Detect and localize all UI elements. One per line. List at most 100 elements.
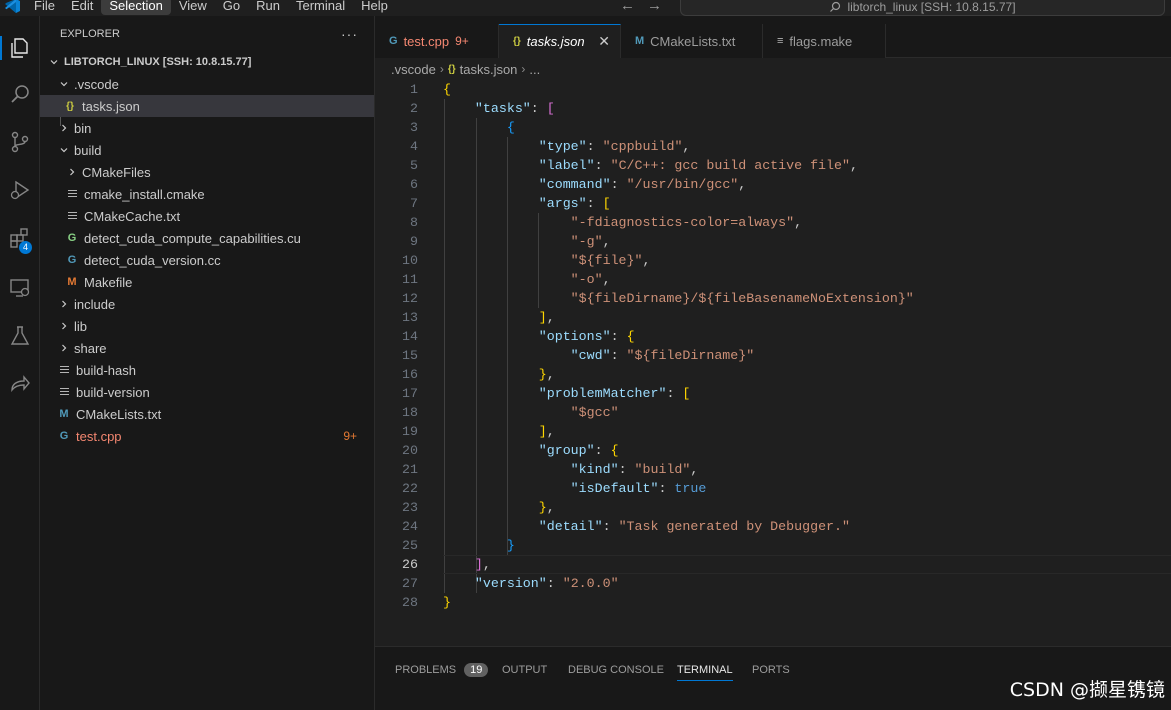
- text-file-icon: [56, 362, 72, 378]
- chevron-right-icon: [56, 296, 72, 312]
- tree-item-label: CMakeLists.txt: [76, 406, 162, 422]
- tab-tasks-json[interactable]: {} tasks.json ✕: [499, 24, 621, 58]
- tree-item-bin-folder[interactable]: bin: [40, 117, 374, 139]
- tree-item-tasks-json[interactable]: {} tasks.json: [40, 95, 374, 117]
- tree-item-label: lib: [74, 318, 88, 334]
- code-line: 15 "cwd": "${fileDirname}": [375, 346, 1171, 365]
- menu-go[interactable]: Go: [215, 0, 248, 15]
- extensions-activity[interactable]: 4: [0, 218, 40, 258]
- tree-item-label: cmake_install.cmake: [84, 186, 205, 202]
- close-icon[interactable]: ✕: [598, 33, 610, 50]
- panel-tab-terminal[interactable]: TERMINAL: [677, 659, 733, 681]
- tree-item-cmakelists[interactable]: M CMakeLists.txt: [40, 403, 374, 425]
- line-number: 11: [402, 272, 418, 287]
- text-file-icon: [64, 186, 80, 202]
- tree-item-cmakefiles-folder[interactable]: CMakeFiles: [40, 161, 374, 183]
- remote-explorer-activity[interactable]: [0, 268, 40, 308]
- live-share-icon: [11, 375, 30, 393]
- panel-tab-label: PORTS: [752, 664, 790, 676]
- line-number: 14: [402, 329, 418, 344]
- code-line: 14 "options": {: [375, 327, 1171, 346]
- more-actions-icon[interactable]: ···: [341, 26, 358, 42]
- back-arrow-icon[interactable]: ←: [620, 0, 635, 14]
- text-file-icon: ≡: [777, 35, 784, 47]
- tree-item-detect-cuda-version[interactable]: G detect_cuda_version.cc: [40, 249, 374, 271]
- command-center-label: libtorch_linux [SSH: 10.8.15.77]: [847, 0, 1016, 14]
- code-line: 5 "label": "C/C++: gcc build active file…: [375, 156, 1171, 175]
- panel-tab-label: TERMINAL: [677, 663, 733, 676]
- code-line: 10 "${file}",: [375, 251, 1171, 270]
- json-file-icon: {}: [447, 63, 456, 75]
- forward-arrow-icon[interactable]: →: [647, 0, 662, 14]
- code-line: 4 "type": "cppbuild",: [375, 137, 1171, 156]
- tree-item-label: tasks.json: [82, 98, 140, 114]
- tab-label: test.cpp: [403, 33, 450, 49]
- search-icon: [11, 85, 29, 103]
- menu-run[interactable]: Run: [248, 0, 288, 15]
- chevron-right-icon: ›: [439, 62, 444, 76]
- tree-item-label: test.cpp: [76, 428, 122, 444]
- line-number: 9: [410, 234, 418, 249]
- source-control-activity[interactable]: [0, 122, 40, 162]
- chevron-down-icon: [56, 76, 72, 92]
- tree-item-label: share: [74, 340, 107, 356]
- workspace-root-label: LIBTORCH_LINUX [SSH: 10.8.15.77]: [64, 56, 252, 68]
- tree-item-makefile[interactable]: M Makefile: [40, 271, 374, 293]
- json-file-icon: {}: [513, 36, 521, 47]
- code-line: 9 "-g",: [375, 232, 1171, 251]
- tree-item-include-folder[interactable]: include: [40, 293, 374, 315]
- chevron-down-icon: [46, 54, 62, 70]
- workspace-root[interactable]: LIBTORCH_LINUX [SSH: 10.8.15.77]: [40, 51, 374, 73]
- testing-activity[interactable]: [0, 316, 40, 356]
- tree-item-label: Makefile: [84, 274, 133, 290]
- cmake-file-icon: M: [59, 408, 69, 420]
- tree-item-cmakecache[interactable]: CMakeCache.txt: [40, 205, 374, 227]
- panel-tab-ports[interactable]: PORTS: [752, 659, 790, 681]
- breadcrumb-file[interactable]: tasks.json: [460, 62, 518, 77]
- tree-item-detect-cuda-compute[interactable]: G detect_cuda_compute_capabilities.cu: [40, 227, 374, 249]
- tree-item-build-folder[interactable]: build: [40, 139, 374, 161]
- nav-arrows: ← →: [620, 0, 662, 14]
- menu-terminal[interactable]: Terminal: [288, 0, 353, 15]
- search-activity[interactable]: [0, 74, 40, 114]
- run-debug-activity[interactable]: [0, 170, 40, 210]
- line-number: 15: [402, 348, 418, 363]
- tree-item-label: include: [74, 296, 116, 312]
- tab-test-cpp[interactable]: G test.cpp 9+: [375, 24, 499, 58]
- command-center[interactable]: libtorch_linux [SSH: 10.8.15.77]: [680, 0, 1165, 16]
- tree-item-lib-folder[interactable]: lib: [40, 315, 374, 337]
- line-number: 18: [402, 405, 418, 420]
- menu-file[interactable]: File: [26, 0, 63, 15]
- code-editor[interactable]: 1{ 2 "tasks": [ 3 { 4 "type": "cppbuild"…: [375, 80, 1171, 646]
- tree-item-build-hash[interactable]: build-hash: [40, 359, 374, 381]
- menu-selection[interactable]: Selection: [101, 0, 171, 15]
- code-line: 1{: [375, 80, 1171, 99]
- panel-tab-problems[interactable]: PROBLEMS 19: [395, 659, 489, 681]
- breadcrumb-folder[interactable]: .vscode: [391, 62, 436, 77]
- panel-tab-debug-console[interactable]: DEBUG CONSOLE: [568, 659, 664, 681]
- makefile-icon: M: [67, 276, 77, 288]
- panel-tab-output[interactable]: OUTPUT: [502, 659, 547, 681]
- tree-item-build-version[interactable]: build-version: [40, 381, 374, 403]
- menu-view[interactable]: View: [171, 0, 215, 15]
- chevron-right-icon: [56, 340, 72, 356]
- menu-edit[interactable]: Edit: [63, 0, 101, 15]
- tab-flags-make[interactable]: ≡ flags.make: [763, 24, 886, 58]
- live-share-activity[interactable]: [0, 364, 40, 404]
- explorer-activity[interactable]: [0, 28, 40, 68]
- tab-cmakelists[interactable]: M CMakeLists.txt: [621, 24, 763, 58]
- cpp-file-icon: G: [67, 254, 77, 266]
- line-number: 4: [410, 139, 418, 154]
- tree-item-share-folder[interactable]: share: [40, 337, 374, 359]
- code-line: 18 "$gcc": [375, 403, 1171, 422]
- tree-item-test-cpp[interactable]: G test.cpp 9+: [40, 425, 374, 447]
- remote-explorer-icon: [10, 279, 30, 297]
- tree-item-cmake-install[interactable]: cmake_install.cmake: [40, 183, 374, 205]
- code-line: 16 },: [375, 365, 1171, 384]
- breadcrumb-symbol[interactable]: ...: [529, 62, 540, 77]
- menu-help[interactable]: Help: [353, 0, 396, 15]
- source-control-icon: [11, 131, 29, 153]
- tree-item-vscode-folder[interactable]: .vscode: [40, 73, 374, 95]
- chevron-right-icon: [56, 318, 72, 334]
- current-line-highlight: [443, 555, 1171, 574]
